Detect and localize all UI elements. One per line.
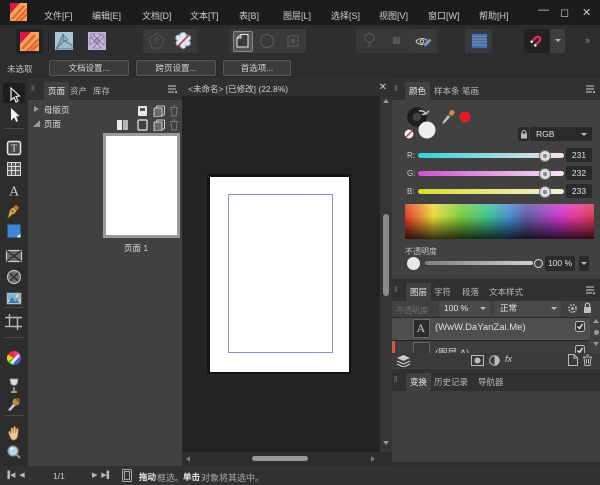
svg-text:A: A <box>9 185 20 200</box>
svg-text:T: T <box>11 144 17 155</box>
